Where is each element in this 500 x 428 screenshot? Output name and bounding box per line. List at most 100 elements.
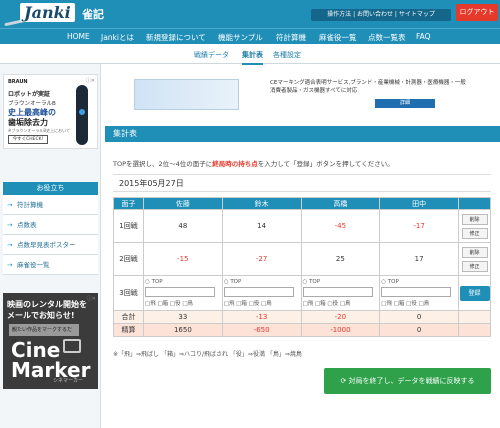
yaku-checkboxes[interactable]: □飛 □箱 □役 □鳥 [303, 301, 351, 307]
score-cell: 14 [221, 209, 302, 243]
settlement-cell: 0 [379, 323, 459, 337]
tab-record-data[interactable]: 戦績データ [194, 50, 229, 60]
edit-button[interactable]: 修正 [461, 260, 488, 272]
logout-button[interactable]: ログアウト [456, 4, 498, 21]
ad-close-icon[interactable]: ⓘ✕ [86, 77, 95, 84]
ad-cta-button[interactable]: 今すぐCHECK! [8, 135, 48, 144]
logo-subtitle: 雀記 [82, 8, 104, 21]
col-header [458, 197, 491, 210]
score-cell: 25 [300, 242, 381, 276]
score-cell: -45 [300, 209, 381, 243]
nav-about[interactable]: Jankiとは [101, 32, 134, 43]
top-label: TOP [309, 279, 321, 285]
instructions-post: を入力して「登録」ボタンを押してください。 [257, 160, 394, 168]
yaku-checkboxes[interactable]: □飛 □箱 □役 □鳥 [145, 301, 193, 307]
ce-banner-ad[interactable]: CEマーキング適合表明サービス,ブランド・産業機械・計測器・医療機器・一般消費者… [130, 76, 488, 112]
nav-samples[interactable]: 機能サンプル [218, 32, 263, 43]
delete-button[interactable]: 削除 [461, 213, 488, 225]
points-input[interactable] [223, 287, 294, 297]
input-cell: ○ TOP □飛 □箱 □役 □鳥 [143, 275, 223, 311]
ad-line: ロボットが実証 [8, 91, 51, 98]
points-input[interactable] [381, 287, 452, 297]
ad-brand: BRAUN [8, 79, 28, 85]
settlement-cell: -650 [221, 323, 302, 337]
empty-cell [458, 323, 491, 337]
ad-sub: シネマーカー [53, 378, 84, 384]
help-link-yaku[interactable]: 麻雀役一覧 [3, 255, 98, 275]
empty-cell [458, 310, 491, 324]
points-input[interactable] [145, 287, 215, 297]
row-actions: 削除 修正 [458, 209, 491, 243]
round-label: 2回戦 [113, 242, 144, 276]
game-date: 2015年05月27日 [113, 174, 491, 192]
score-cell: -15 [143, 242, 223, 276]
score-cell: -27 [221, 242, 302, 276]
register-button[interactable]: 登録 [459, 285, 490, 301]
edit-button[interactable]: 修正 [461, 227, 488, 239]
help-link-fu-calc[interactable]: 符計算機 [3, 195, 98, 215]
banner-detail-button[interactable]: 詳細 [375, 99, 435, 108]
ad-line: ※ブラウンオーラルB史上において [8, 128, 70, 133]
cine-marker-ad[interactable]: ⓘ✕ 映画のレンタル開始を メールでお知らせ! 観たい作品をマークするだけ。 C… [3, 293, 98, 389]
input-cell: ○ TOP □飛 □箱 □役 □鳥 [221, 275, 302, 311]
tab-summary[interactable]: 集計表 [242, 50, 263, 65]
table-row-input: 3回戦 ○ TOP □飛 □箱 □役 □鳥 ○ TOP □飛 □箱 □役 □鳥 ○ … [113, 275, 491, 311]
total-cell: -20 [300, 310, 381, 324]
help-link-points[interactable]: 点数表 [3, 215, 98, 235]
tab-settings[interactable]: 各種設定 [273, 50, 301, 60]
round-label: 3回戦 [113, 275, 144, 311]
sub-nav: 戦績データ 集計表 各種設定 [0, 44, 500, 65]
nav-fu-calc[interactable]: 符計算機 [276, 32, 306, 43]
round-label: 1回戦 [113, 209, 144, 243]
col-header: 鈴木 [221, 197, 302, 210]
main-nav: HOME Jankiとは 新規登録について 機能サンプル 符計算機 麻雀役一覧 … [0, 28, 500, 44]
banner-text: CEマーキング適合表明サービス,ブランド・産業機械・計測器・医療機器・一般消費者… [270, 80, 466, 94]
top-label: TOP [151, 279, 163, 285]
register-cell: 登録 [458, 275, 491, 311]
camera-icon [63, 339, 81, 353]
yaku-checkboxes[interactable]: □飛 □箱 □役 □鳥 [381, 301, 429, 307]
total-cell: 33 [143, 310, 223, 324]
legend-note: ※「飛」⇒飛ばし 「箱」⇒ハコり/飛ばされ 「役」⇒役満 「鳥」⇒焼鳥 [113, 351, 302, 358]
nav-home[interactable]: HOME [67, 32, 90, 41]
top-label: TOP [387, 279, 399, 285]
nav-faq[interactable]: FAQ [416, 32, 431, 41]
left-sidebar: ⓘ✕ BRAUN ロボットが実証 ブラウンオーラルB 史上最高峰の 歯垢除去力 … [0, 64, 101, 428]
instructions-emphasis: 終局時の持ち点 [212, 160, 258, 168]
yaku-checkboxes[interactable]: □飛 □箱 □役 □鳥 [224, 301, 272, 307]
help-box: お役立ち 符計算機 点数表 点数早見表ポスター 麻雀役一覧 [3, 182, 98, 275]
nav-yaku-list[interactable]: 麻雀役一覧 [319, 32, 357, 43]
input-cell: ○ TOP □飛 □箱 □役 □鳥 [300, 275, 381, 311]
total-cell: -13 [221, 310, 302, 324]
main-content: CEマーキング適合表明サービス,ブランド・産業機械・計測器・医療機器・一般消費者… [105, 64, 500, 428]
score-cell: 48 [143, 209, 223, 243]
total-row: 合計 33 -13 -20 0 [113, 310, 491, 324]
nav-points[interactable]: 点数一覧表 [368, 32, 406, 43]
score-cell: -17 [379, 209, 459, 243]
points-input[interactable] [302, 287, 373, 297]
top-label: TOP [230, 279, 242, 285]
delete-button[interactable]: 削除 [461, 246, 488, 258]
section-title: 集計表 [105, 126, 500, 142]
nav-register[interactable]: 新規登録について [146, 32, 206, 43]
total-label: 合計 [113, 310, 144, 324]
utility-links[interactable]: 操作方法 | お問い合わせ | サイトマップ [311, 9, 451, 21]
col-header: 面子 [113, 197, 144, 210]
toothbrush-image [76, 85, 88, 145]
settlement-row: 精算 1650 -650 -1000 0 [113, 323, 491, 337]
ad-close-icon[interactable]: ⓘ✕ [87, 295, 96, 302]
instructions: TOPを選択し、2位〜4位の面子に終局時の持ち点を入力して「登録」ボタンを押して… [113, 158, 394, 168]
ad-line: 歯垢除去力 [8, 118, 48, 127]
col-header: 高橋 [300, 197, 381, 210]
banner-image [134, 79, 239, 110]
logo[interactable]: Janki [20, 3, 75, 22]
help-link-poster[interactable]: 点数早見表ポスター [3, 235, 98, 255]
settlement-label: 精算 [113, 323, 144, 337]
col-header: 田中 [379, 197, 459, 210]
row-actions: 削除 修正 [458, 242, 491, 276]
ad-headline: 映画のレンタル開始を メールでお知らせ! [7, 300, 87, 320]
input-cell: ○ TOP □飛 □箱 □役 □鳥 [379, 275, 459, 311]
braun-ad[interactable]: ⓘ✕ BRAUN ロボットが実証 ブラウンオーラルB 史上最高峰の 歯垢除去力 … [3, 74, 98, 149]
finish-game-button[interactable]: 対局を終了し、データを戦績に反映する [324, 368, 491, 394]
score-table: 面子 佐藤 鈴木 高橋 田中 1回戦 48 14 -45 -17 削除 修正 2回… [113, 197, 491, 337]
